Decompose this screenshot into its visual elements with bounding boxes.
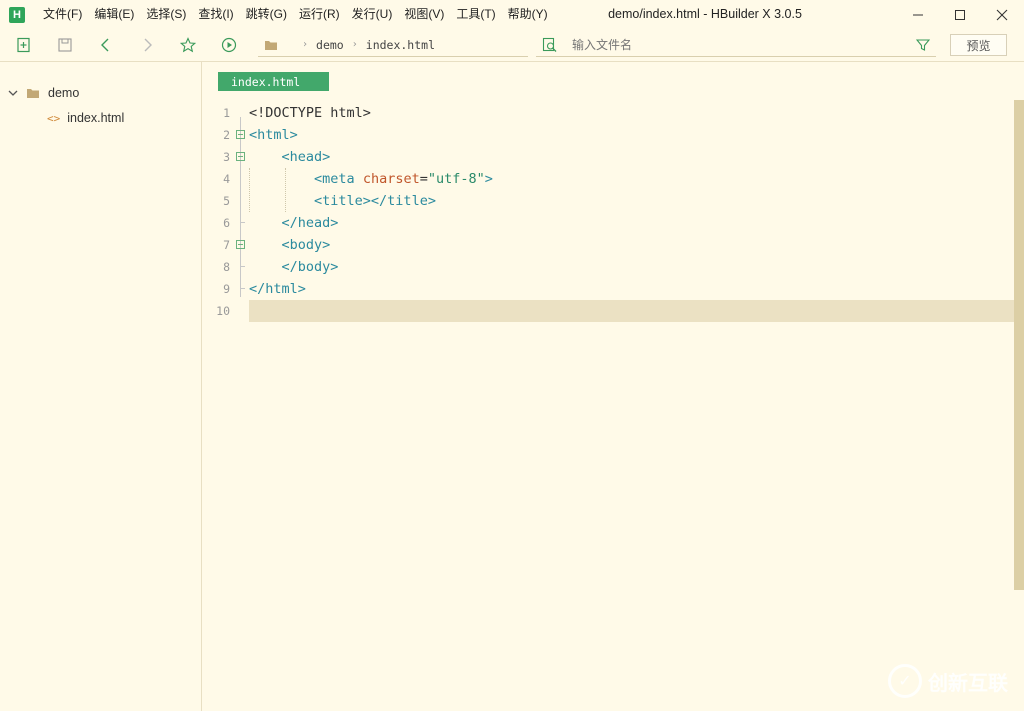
code-line-1: 1 <!DOCTYPE html> [203,102,1014,124]
code-line-3: 3 <head> [203,146,1014,168]
preview-button[interactable]: 预览 [950,34,1007,56]
watermark-logo-icon: ✓ [888,664,922,698]
menu-find[interactable]: 查找(I) [192,0,239,29]
save-icon [58,38,72,52]
file-search-icon [542,37,557,52]
menu-file[interactable]: 文件(F) [37,0,88,29]
menu-run[interactable]: 运行(R) [293,0,346,29]
code-line-10: 10 [203,300,1014,322]
folder-icon [265,40,277,50]
line-number: 10 [216,304,230,318]
code-text: <meta charset="utf-8"> [314,171,493,187]
menu-help[interactable]: 帮助(Y) [502,0,554,29]
play-circle-icon [221,37,237,53]
chevron-right-icon [144,38,152,52]
save-button[interactable] [56,36,74,54]
run-button[interactable] [220,36,238,54]
line-number: 7 [223,238,230,252]
minimize-icon [913,14,923,15]
fold-end-marker [240,288,245,289]
minimize-button[interactable] [897,0,939,29]
line-number: 6 [223,216,230,230]
watermark: ✓ 创新互联 [888,664,1008,698]
forward-button[interactable] [138,36,156,54]
tree-item-project-label: demo [48,86,80,100]
breadcrumb-separator-icon: › [351,39,358,50]
file-search-box [536,33,936,57]
new-file-icon [17,37,30,53]
close-icon [996,9,1008,20]
menu-view[interactable]: 视图(V) [398,0,450,29]
code-line-5: 5 <title></title> [203,190,1014,212]
line-number: 1 [223,106,230,120]
title-bar: H 文件(F) 编辑(E) 选择(S) 查找(I) 跳转(G) 运行(R) 发行… [0,0,1024,29]
file-search-input[interactable] [572,37,902,52]
back-button[interactable] [97,36,115,54]
fold-toggle-icon[interactable] [236,152,245,161]
breadcrumb-separator-icon: › [302,39,309,50]
breadcrumb-item-file[interactable]: index.html [366,38,435,52]
code-text [249,300,1014,322]
fold-toggle-icon[interactable] [236,130,245,139]
tree-item-file[interactable]: <> index.html [47,107,124,129]
code-text: <body> [281,237,331,253]
chevron-down-icon[interactable] [8,88,18,98]
filter-icon[interactable] [916,38,930,52]
code-text: <html> [249,127,298,143]
favorite-button[interactable] [179,36,197,54]
project-explorer: demo <> index.html [0,62,202,711]
line-number: 8 [223,260,230,274]
code-line-7: 7 <body> [203,234,1014,256]
toolbar: › demo › index.html 预览 [0,29,1024,62]
menu-publish[interactable]: 发行(U) [346,0,399,29]
watermark-text: 创新互联 [928,672,1008,695]
maximize-button[interactable] [939,0,981,29]
code-text: </html> [249,281,306,297]
folder-icon [27,89,39,98]
line-number: 5 [223,194,230,208]
line-number: 3 [223,150,230,164]
code-text: </body> [281,259,339,275]
editor-tab-index-html[interactable]: index.html [218,72,329,91]
menu-goto[interactable]: 跳转(G) [240,0,293,29]
menu-edit[interactable]: 编辑(E) [88,0,140,29]
maximize-icon [955,9,965,20]
menu-bar: 文件(F) 编辑(E) 选择(S) 查找(I) 跳转(G) 运行(R) 发行(U… [37,0,554,29]
code-text: <title></title> [314,193,436,209]
fold-end-marker [240,266,245,267]
code-line-9: 9 </html> [203,278,1014,300]
breadcrumb: › demo › index.html [258,33,528,57]
tree-item-file-label: index.html [67,111,125,125]
code-text: </head> [281,215,339,231]
code-text: <!DOCTYPE html> [249,105,371,121]
tree-item-project[interactable]: demo [8,82,79,104]
html-file-icon: <> [47,111,61,125]
code-line-4: 4 <meta charset="utf-8"> [203,168,1014,190]
new-file-button[interactable] [15,36,33,54]
line-number: 2 [223,128,230,142]
line-number: 4 [223,172,230,186]
window-title: demo/index.html - HBuilder X 3.0.5 [608,7,802,21]
vertical-scrollbar[interactable] [1014,100,1024,590]
close-button[interactable] [981,0,1023,29]
code-line-8: 8 </body> [203,256,1014,278]
hbuilder-logo-icon: H [9,6,25,23]
code-editor: index.html 1 <!DOCTYPE html> 2 <html> 3 … [203,62,1024,711]
breadcrumb-item-demo[interactable]: demo [316,38,344,52]
code-line-6: 6 </head> [203,212,1014,234]
fold-end-marker [240,222,245,223]
fold-toggle-icon[interactable] [236,240,245,249]
chevron-left-icon [101,38,109,52]
menu-tools[interactable]: 工具(T) [450,0,501,29]
star-icon [180,37,196,53]
code-line-2: 2 <html> [203,124,1014,146]
code-text: <head> [281,149,331,165]
line-number: 9 [223,282,230,296]
menu-select[interactable]: 选择(S) [140,0,192,29]
